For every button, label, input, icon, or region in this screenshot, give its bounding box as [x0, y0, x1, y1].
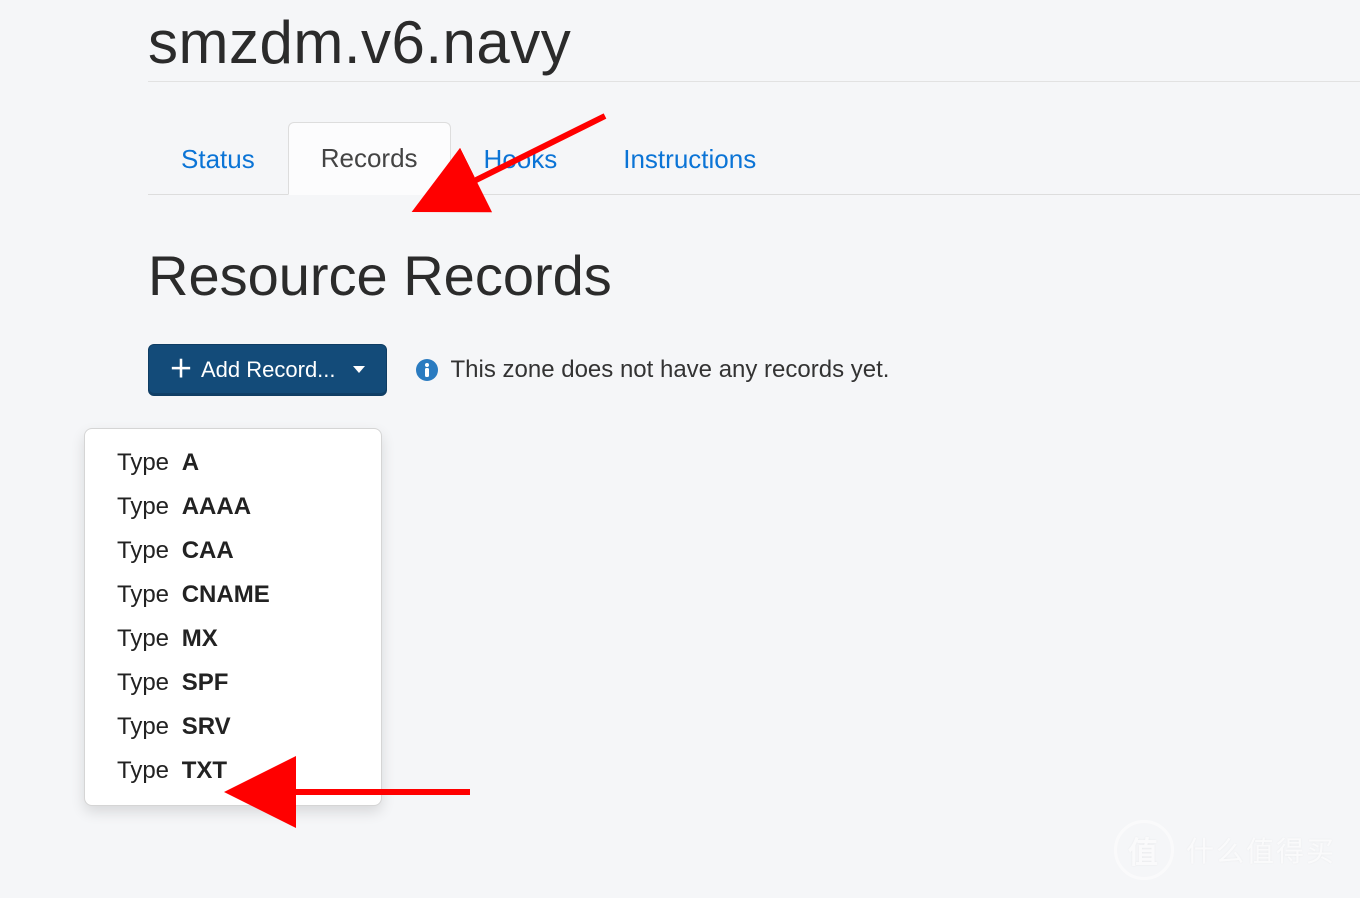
info-icon: [415, 358, 439, 382]
watermark-text: 什么值得买: [1186, 830, 1336, 870]
tab-hooks[interactable]: Hooks: [451, 123, 591, 195]
record-type-option-aaaa[interactable]: Type AAAA: [85, 485, 381, 529]
tab-instructions[interactable]: Instructions: [590, 123, 789, 195]
record-type-option-a[interactable]: Type A: [85, 441, 381, 485]
record-type-dropdown: Type A Type AAAA Type CAA Type CNAME Typ…: [84, 428, 382, 806]
zone-tabs: Status Records Hooks Instructions: [148, 122, 1360, 195]
tab-status[interactable]: Status: [148, 123, 288, 195]
section-title: Resource Records: [148, 243, 1360, 308]
watermark-badge: 值: [1114, 820, 1174, 880]
empty-state-text: This zone does not have any records yet.: [451, 356, 890, 384]
records-toolbar: ＋ Add Record... This zone does not have …: [148, 344, 1360, 396]
watermark: 值 什么值得买: [1114, 820, 1336, 880]
record-type-option-srv[interactable]: Type SRV: [85, 705, 381, 749]
dns-zone-records-page: smzdm.v6.navy Status Records Hooks Instr…: [0, 0, 1360, 898]
plus-icon: ＋: [169, 358, 193, 382]
empty-state-message: This zone does not have any records yet.: [415, 356, 890, 384]
add-record-button[interactable]: ＋ Add Record...: [148, 344, 387, 396]
record-type-option-spf[interactable]: Type SPF: [85, 661, 381, 705]
tab-records[interactable]: Records: [288, 122, 451, 195]
record-type-option-mx[interactable]: Type MX: [85, 617, 381, 661]
caret-down-icon: [352, 365, 366, 375]
record-type-option-caa[interactable]: Type CAA: [85, 529, 381, 573]
record-type-option-txt[interactable]: Type TXT: [85, 749, 381, 793]
add-record-label: Add Record...: [201, 357, 336, 383]
page-title: smzdm.v6.navy: [148, 8, 1360, 77]
header-divider: [148, 81, 1360, 82]
record-type-option-cname[interactable]: Type CNAME: [85, 573, 381, 617]
